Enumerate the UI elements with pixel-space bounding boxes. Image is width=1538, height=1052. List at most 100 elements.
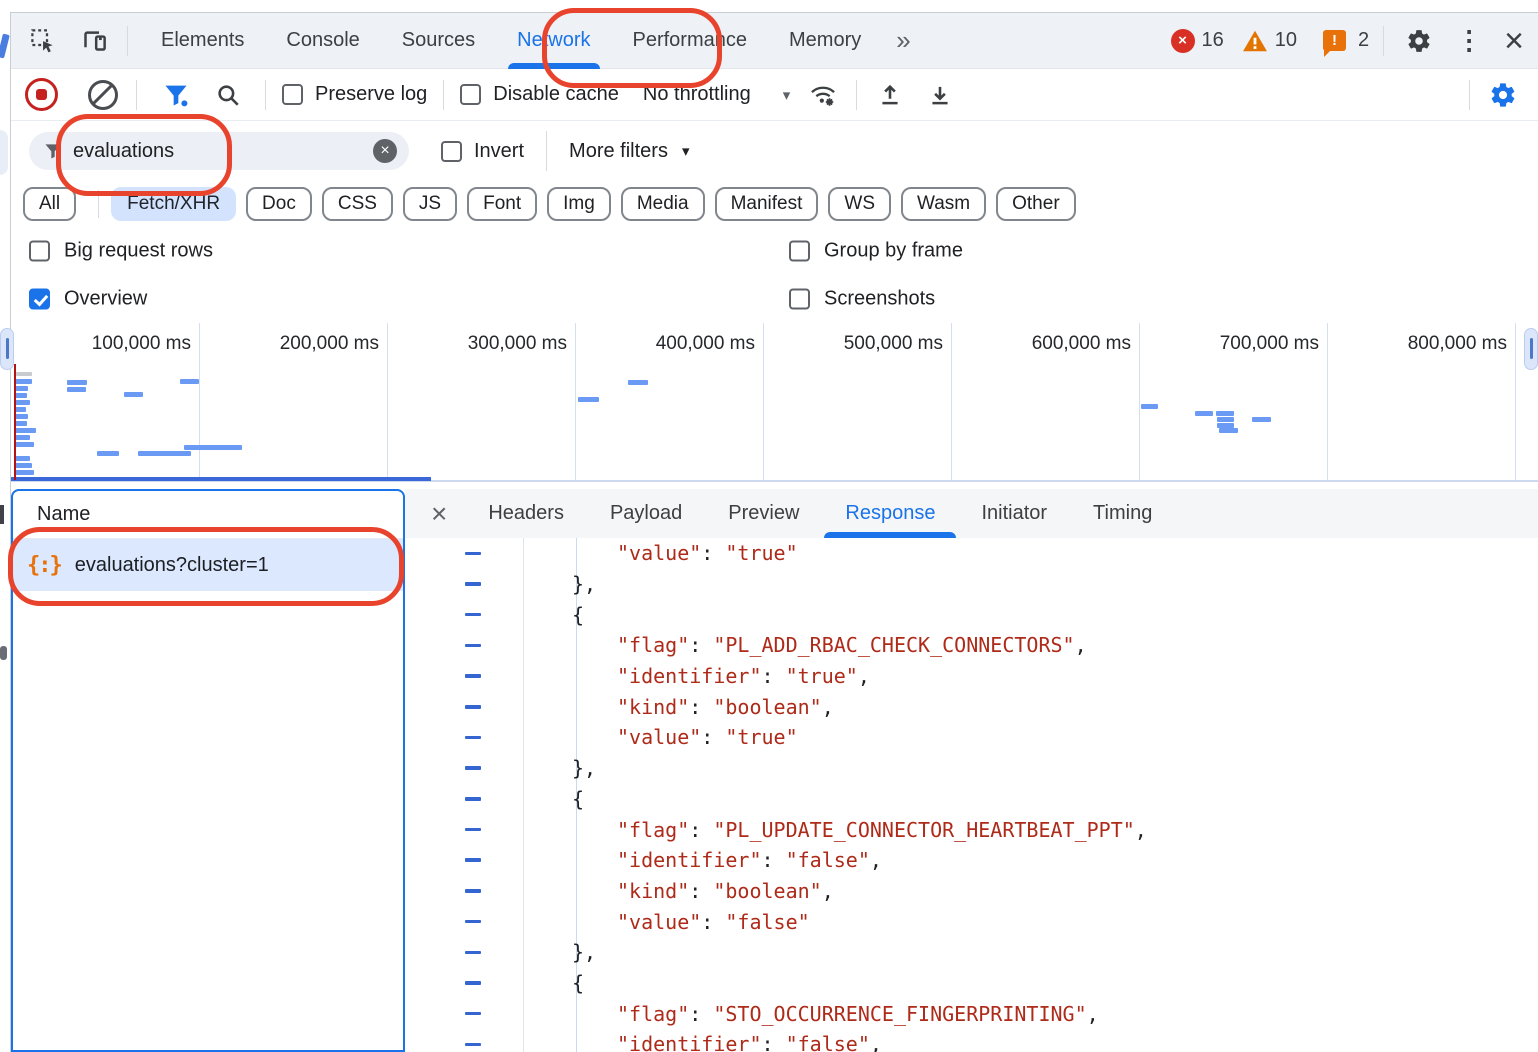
gutter-dash-icon[interactable]: [465, 951, 481, 955]
network-settings-gear-icon[interactable]: [1482, 75, 1524, 115]
response-line: "flag": "STO_OCCURRENCE_FINGERPRINTING",: [405, 998, 1538, 1029]
chip-manifest[interactable]: Manifest: [715, 187, 819, 221]
big-request-rows-checkbox[interactable]: [29, 240, 50, 261]
response-line-text: "value": "true": [523, 541, 798, 565]
chip-fetch-xhr[interactable]: Fetch/XHR: [111, 187, 236, 221]
gutter-dash-icon[interactable]: [465, 705, 481, 709]
kebab-menu-icon[interactable]: ⋮: [1450, 25, 1488, 56]
screenshots-checkbox[interactable]: [789, 289, 810, 310]
filter-input[interactable]: evaluations ×: [29, 132, 409, 170]
tab-sources[interactable]: Sources: [381, 13, 496, 69]
response-line: {: [405, 968, 1538, 999]
waterfall-bar: [1141, 404, 1158, 409]
preserve-log-checkbox[interactable]: [282, 84, 303, 105]
overview-tick-label: 100,000 ms: [41, 333, 191, 355]
disable-cache-checkbox[interactable]: [460, 84, 481, 105]
filter-funnel-icon[interactable]: [155, 75, 197, 115]
option-group-by-frame: Group by frame: [789, 239, 963, 262]
overview-gridline: [763, 323, 764, 480]
overview-checkbox[interactable]: [29, 289, 50, 310]
gutter-dash-icon[interactable]: [465, 889, 481, 893]
chip-separator: [98, 190, 99, 218]
inspect-element-icon[interactable]: [21, 21, 63, 61]
gutter-dash-icon[interactable]: [465, 797, 481, 801]
response-line: "identifier": "false",: [405, 845, 1538, 876]
response-line-text: "flag": "PL_UPDATE_CONNECTOR_HEARTBEAT_P…: [523, 818, 1147, 842]
detail-tab-headers[interactable]: Headers: [465, 489, 587, 538]
export-har-icon[interactable]: [919, 75, 961, 115]
waterfall-bar: [578, 397, 599, 402]
network-overview-timeline[interactable]: 100,000 ms200,000 ms300,000 ms400,000 ms…: [11, 323, 1538, 482]
record-network-log-button[interactable]: [25, 78, 58, 111]
chip-js[interactable]: JS: [403, 187, 457, 221]
import-har-icon[interactable]: [869, 75, 911, 115]
page-edge-fragment-pill: [0, 130, 8, 175]
tab-elements[interactable]: Elements: [140, 13, 265, 69]
request-row[interactable]: {:} evaluations?cluster=1: [13, 539, 403, 591]
clear-filter-icon[interactable]: ×: [373, 139, 397, 163]
tab-console[interactable]: Console: [265, 13, 380, 69]
close-devtools-button[interactable]: ×: [1498, 24, 1530, 58]
gutter-dash-icon[interactable]: [465, 613, 481, 617]
error-count-icon[interactable]: ×: [1171, 29, 1195, 53]
overview-right-handle[interactable]: [1524, 328, 1538, 370]
gutter-dash-icon[interactable]: [465, 552, 481, 556]
settings-gear-icon[interactable]: [1398, 21, 1440, 61]
response-body-viewer[interactable]: "value": "true"},{"flag": "PL_ADD_RBAC_C…: [405, 538, 1538, 1052]
detail-tab-payload[interactable]: Payload: [587, 489, 705, 538]
close-detail-pane-icon[interactable]: ×: [431, 500, 447, 528]
chip-other[interactable]: Other: [996, 187, 1076, 221]
warning-count-icon[interactable]: [1242, 29, 1268, 53]
search-icon[interactable]: [207, 75, 249, 115]
network-toolbar: Preserve log Disable cache No throttling…: [11, 69, 1538, 121]
network-conditions-icon[interactable]: [802, 75, 844, 115]
gutter-dash-icon[interactable]: [465, 1012, 481, 1016]
gutter-dash-icon[interactable]: [465, 1043, 481, 1047]
waterfall-bar: [15, 379, 32, 384]
toolbar-separator: [127, 26, 128, 56]
gutter-dash-icon[interactable]: [465, 644, 481, 648]
chip-img[interactable]: Img: [547, 187, 611, 221]
chip-wasm[interactable]: Wasm: [901, 187, 986, 221]
gutter-dash-icon[interactable]: [465, 858, 481, 862]
overview-left-handle[interactable]: [0, 328, 14, 370]
error-count: 16: [1202, 29, 1224, 52]
gutter-dash-icon[interactable]: [465, 582, 481, 586]
gutter-dash-icon[interactable]: [465, 981, 481, 985]
gutter-dash-icon[interactable]: [465, 736, 481, 740]
detail-tab-response[interactable]: Response: [822, 489, 958, 538]
tab-network[interactable]: Network: [496, 13, 611, 69]
option-big-request-rows: Big request rows: [29, 239, 213, 262]
name-column-header[interactable]: Name: [13, 491, 403, 539]
chip-css[interactable]: CSS: [322, 187, 393, 221]
waterfall-bar: [67, 387, 86, 392]
gutter-dash-icon[interactable]: [465, 766, 481, 770]
invert-checkbox[interactable]: [441, 141, 462, 162]
waterfall-bar: [15, 463, 32, 468]
waterfall-bar: [15, 414, 28, 419]
detail-tab-initiator[interactable]: Initiator: [958, 489, 1070, 538]
overview-gridline: [387, 323, 388, 480]
response-line: "kind": "boolean",: [405, 876, 1538, 907]
gutter-dash-icon[interactable]: [465, 674, 481, 678]
chip-all[interactable]: All: [23, 187, 76, 221]
tab-performance[interactable]: Performance: [612, 13, 769, 69]
clear-network-log-button[interactable]: [88, 80, 118, 110]
tab-memory[interactable]: Memory: [768, 13, 882, 69]
chip-doc[interactable]: Doc: [246, 187, 312, 221]
issues-icon[interactable]: !: [1323, 30, 1346, 51]
gutter-dash-icon[interactable]: [465, 920, 481, 924]
chip-ws[interactable]: WS: [828, 187, 891, 221]
group-by-frame-checkbox[interactable]: [789, 240, 810, 261]
chip-media[interactable]: Media: [621, 187, 705, 221]
detail-tab-preview[interactable]: Preview: [705, 489, 822, 538]
more-tabs-button[interactable]: »: [882, 25, 922, 56]
more-filters-dropdown[interactable]: More filters: [569, 140, 668, 163]
detail-tab-timing[interactable]: Timing: [1070, 489, 1175, 538]
overview-gridline: [951, 323, 952, 480]
throttling-select[interactable]: No throttling: [643, 83, 751, 106]
chip-font[interactable]: Font: [467, 187, 537, 221]
device-toolbar-icon[interactable]: [73, 21, 115, 61]
response-line-text: "flag": "PL_ADD_RBAC_CHECK_CONNECTORS",: [523, 633, 1087, 657]
gutter-dash-icon[interactable]: [465, 828, 481, 832]
